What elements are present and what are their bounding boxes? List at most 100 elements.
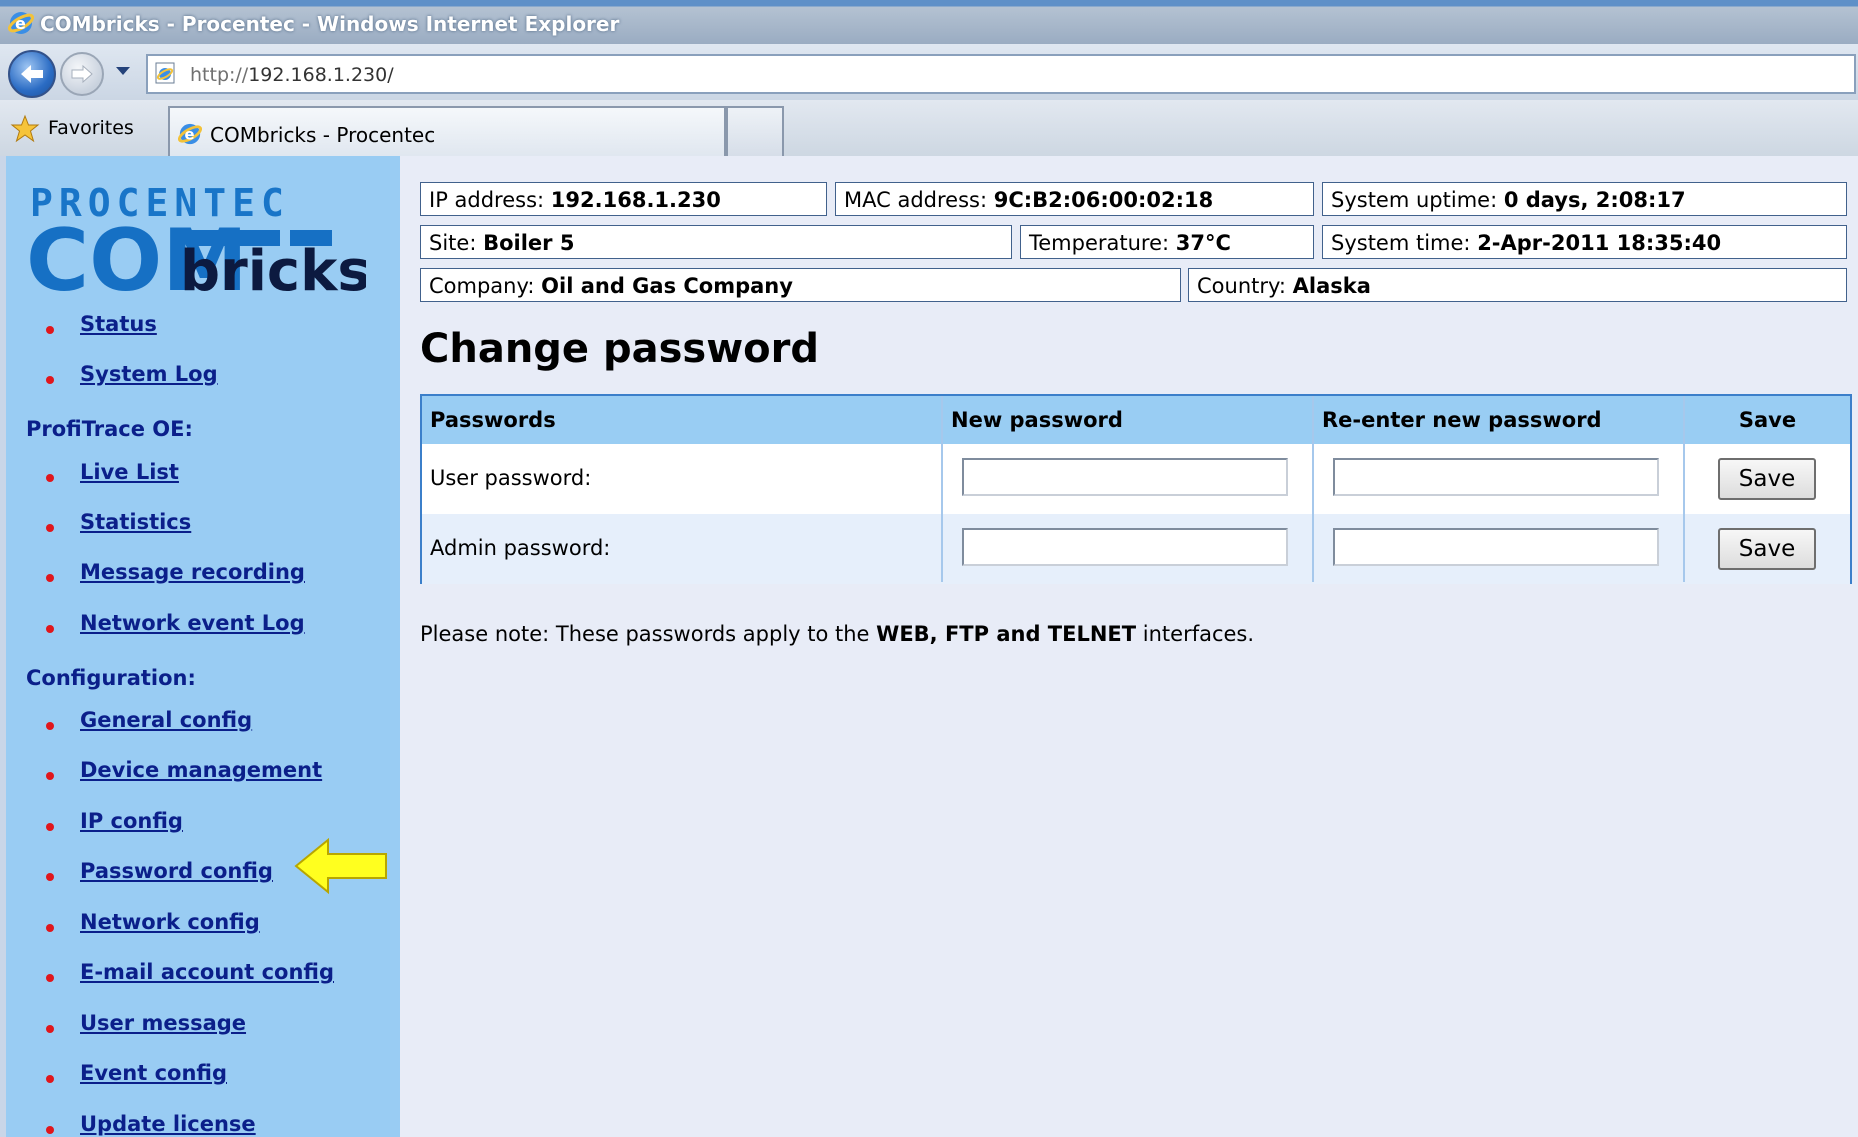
favorites-star-icon	[10, 114, 40, 143]
system-uptime-label: System uptime:	[1331, 188, 1504, 212]
device-management-link[interactable]: Device management	[80, 758, 322, 782]
statistics-link[interactable]: Statistics	[80, 510, 191, 534]
forward-button[interactable]	[60, 52, 104, 96]
url-host: 192.168.1.230/	[248, 64, 394, 86]
site-box: Site: Boiler 5	[420, 225, 1012, 259]
user-reenter-password-input[interactable]	[1333, 458, 1659, 496]
col-header-passwords: Passwords	[422, 396, 942, 444]
new-tab-button[interactable]	[726, 106, 784, 158]
bullet-icon	[46, 474, 54, 482]
col-header-new-password: New password	[943, 396, 1313, 444]
title-bar: e COMbricks - Procentec - Windows Intern…	[0, 0, 1858, 44]
status-link[interactable]: Status	[80, 312, 157, 336]
ie-logo-icon: e	[8, 12, 34, 34]
bullet-icon	[46, 625, 54, 633]
bullet-icon	[46, 823, 54, 831]
bullet-icon	[46, 722, 54, 730]
system-uptime-value: 0 days, 2:08:17	[1503, 188, 1686, 212]
live-list-link[interactable]: Live List	[80, 460, 179, 484]
favorites-label: Favorites	[48, 117, 134, 139]
combricks-logo: PROCENTEC COM bricks	[26, 181, 366, 308]
mac-address-label: MAC address:	[844, 188, 994, 212]
admin-password-label: Admin password:	[430, 536, 611, 560]
network-config-link[interactable]: Network config	[80, 910, 260, 934]
mac-address-box: MAC address: 9C:B2:06:00:02:18	[835, 182, 1314, 216]
profitrace-heading: ProfiTrace OE:	[26, 417, 193, 441]
dropdown-arrow-icon[interactable]	[115, 66, 131, 76]
password-config-link[interactable]: Password config	[80, 859, 273, 883]
url-scheme: http://	[190, 64, 249, 86]
site-label: Site:	[429, 231, 484, 255]
user-message-link[interactable]: User message	[80, 1011, 246, 1035]
web-page: PROCENTEC COM bricks Status System Log P…	[0, 156, 1858, 1137]
ip-address-label: IP address:	[429, 188, 551, 212]
ip-config-link[interactable]: IP config	[80, 809, 183, 833]
favorites-button[interactable]: Favorites	[10, 114, 134, 144]
company-box: Company: Oil and Gas Company	[420, 268, 1181, 302]
browser-window: e COMbricks - Procentec - Windows Intern…	[0, 0, 1858, 1137]
forward-arrow-icon	[71, 64, 93, 84]
bullet-icon	[46, 1075, 54, 1083]
company-value: Oil and Gas Company	[541, 274, 793, 298]
password-note: Please note: These passwords apply to th…	[420, 622, 1254, 646]
column-divider	[1312, 396, 1314, 582]
favorites-bar: Favorites e COMbricks - Procentec	[0, 100, 1858, 158]
note-interfaces: WEB, FTP and TELNET	[876, 622, 1137, 646]
system-uptime-box: System uptime: 0 days, 2:08:17	[1322, 182, 1847, 216]
bullet-icon	[46, 524, 54, 532]
address-url: http://192.168.1.230/	[190, 64, 394, 86]
note-suffix: interfaces.	[1136, 622, 1255, 646]
ip-address-box: IP address: 192.168.1.230	[420, 182, 827, 216]
admin-reenter-password-input[interactable]	[1333, 528, 1659, 566]
admin-new-password-input[interactable]	[962, 528, 1288, 566]
window-title: COMbricks - Procentec - Windows Internet…	[40, 12, 620, 36]
user-password-label: User password:	[430, 466, 592, 490]
svg-text:e: e	[15, 14, 26, 33]
company-label: Company:	[429, 274, 542, 298]
save-admin-password-button[interactable]: Save	[1718, 528, 1816, 570]
general-config-link[interactable]: General config	[80, 708, 252, 732]
col-header-reenter-password: Re-enter new password	[1314, 396, 1684, 444]
table-row-admin-password: Admin password: Save	[422, 514, 1850, 584]
bullet-icon	[46, 1126, 54, 1134]
bullet-icon	[46, 376, 54, 384]
system-time-box: System time: 2-Apr-2011 18:35:40	[1322, 225, 1847, 259]
country-label: Country:	[1197, 274, 1293, 298]
page-icon	[155, 62, 175, 84]
bullet-icon	[46, 772, 54, 780]
site-value: Boiler 5	[483, 231, 575, 255]
highlight-arrow-icon	[294, 837, 387, 895]
bullet-icon	[46, 873, 54, 881]
tab-ie-icon: e	[178, 123, 202, 145]
col-header-save: Save	[1685, 396, 1850, 444]
column-divider	[1683, 396, 1685, 582]
system-time-value: 2-Apr-2011 18:35:40	[1477, 231, 1722, 255]
event-config-link[interactable]: Event config	[80, 1061, 227, 1085]
ip-address-value: 192.168.1.230	[550, 188, 721, 212]
country-value: Alaska	[1292, 274, 1371, 298]
back-button[interactable]	[8, 50, 56, 98]
bullet-icon	[46, 326, 54, 334]
table-row-user-password: User password: Save	[422, 444, 1850, 514]
svg-text:e: e	[184, 127, 194, 144]
svg-text:bricks: bricks	[180, 239, 366, 304]
browser-tab[interactable]: e COMbricks - Procentec	[168, 106, 726, 158]
temperature-value: 37°C	[1175, 231, 1231, 255]
temperature-box: Temperature: 37°C	[1020, 225, 1314, 259]
password-table: Passwords New password Re-enter new pass…	[420, 394, 1852, 584]
update-license-link[interactable]: Update license	[80, 1112, 256, 1136]
address-bar[interactable]: http://192.168.1.230/	[146, 54, 1856, 94]
network-event-log-link[interactable]: Network event Log	[80, 611, 305, 635]
configuration-heading: Configuration:	[26, 666, 196, 690]
user-new-password-input[interactable]	[962, 458, 1288, 496]
save-user-password-button[interactable]: Save	[1718, 458, 1816, 500]
mac-address-value: 9C:B2:06:00:02:18	[993, 188, 1214, 212]
bullet-icon	[46, 1025, 54, 1033]
email-account-config-link[interactable]: E-mail account config	[80, 960, 334, 984]
temperature-label: Temperature:	[1029, 231, 1176, 255]
system-log-link[interactable]: System Log	[80, 362, 218, 386]
country-box: Country: Alaska	[1188, 268, 1847, 302]
message-recording-link[interactable]: Message recording	[80, 560, 305, 584]
tab-title: COMbricks - Procentec	[210, 123, 436, 147]
back-arrow-icon	[21, 65, 43, 83]
